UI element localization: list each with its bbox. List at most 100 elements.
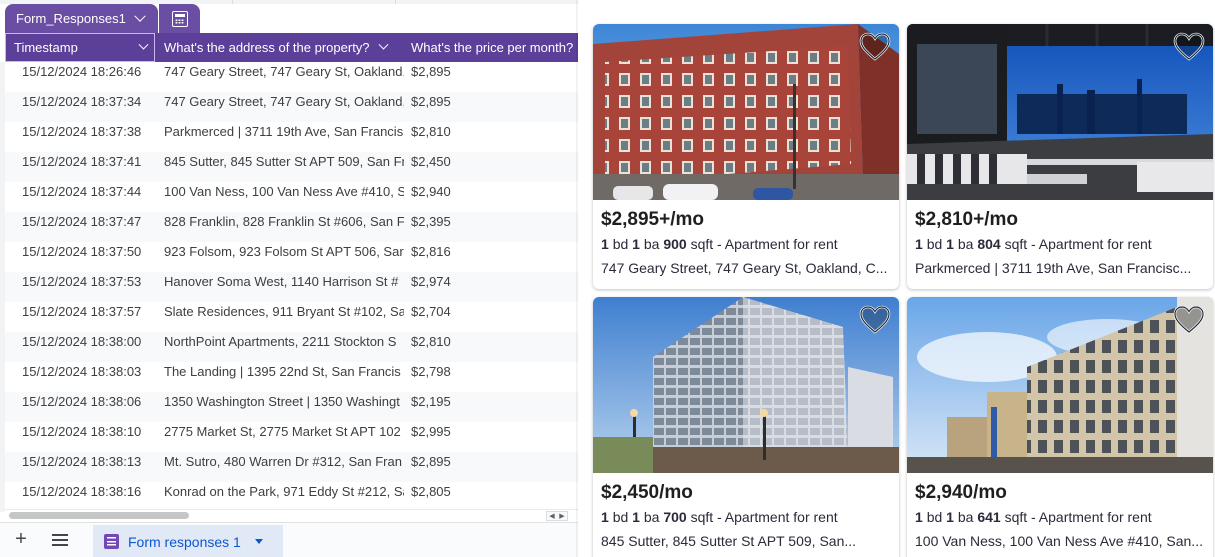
cell-timestamp[interactable]: 15/12/2024 18:38:00	[22, 332, 152, 362]
cell-timestamp[interactable]: 15/12/2024 18:37:57	[22, 302, 152, 332]
row-header[interactable]	[0, 392, 5, 422]
listing-card[interactable]: $2,810+/mo 1 bd 1 ba 804 sqft - Apartmen…	[907, 24, 1213, 289]
table-view-button[interactable]	[159, 4, 200, 33]
table-row[interactable]: 15/12/2024 18:37:34 747 Geary Street, 747…	[0, 92, 578, 122]
favorite-heart-icon[interactable]	[1173, 305, 1205, 335]
sheet-tab-form-responses[interactable]: Form responses 1	[93, 525, 283, 557]
cell-price[interactable]: $2,395	[411, 212, 491, 242]
arrow-left-icon[interactable]: ◀	[549, 512, 554, 520]
cell-address[interactable]: 1350 Washington Street | 1350 Washingt	[164, 392, 404, 422]
table-row[interactable]: 15/12/2024 18:37:50 923 Folsom, 923 Folso…	[0, 242, 578, 272]
row-header[interactable]	[0, 122, 5, 152]
cell-price[interactable]: $2,805	[411, 482, 491, 512]
cell-price[interactable]: $2,940	[411, 182, 491, 212]
header-price[interactable]: What's the price per month?	[403, 33, 578, 62]
listing-photo-rooftop-terrace[interactable]	[907, 24, 1213, 200]
row-header[interactable]	[0, 182, 5, 212]
cell-price[interactable]: $2,810	[411, 122, 491, 152]
cell-timestamp[interactable]: 15/12/2024 18:26:46	[22, 62, 152, 92]
listing-card[interactable]: $2,450/mo 1 bd 1 ba 700 sqft - Apartment…	[593, 297, 899, 557]
table-row[interactable]: 15/12/2024 18:38:03 The Landing | 1395 22…	[0, 362, 578, 392]
cell-address[interactable]: 100 Van Ness, 100 Van Ness Ave #410, S	[164, 182, 404, 212]
header-timestamp[interactable]: Timestamp	[5, 33, 155, 62]
listing-card[interactable]: $2,940/mo 1 bd 1 ba 641 sqft - Apartment…	[907, 297, 1213, 557]
cell-address[interactable]: Parkmerced | 3711 19th Ave, San Francis	[164, 122, 404, 152]
table-row[interactable]: 15/12/2024 18:37:44 100 Van Ness, 100 Van…	[0, 182, 578, 212]
cell-price[interactable]: $2,450	[411, 152, 491, 182]
cell-price[interactable]: $2,895	[411, 62, 491, 92]
cell-address[interactable]: Slate Residences, 911 Bryant St #102, Sa	[164, 302, 404, 332]
cell-timestamp[interactable]: 15/12/2024 18:38:10	[22, 422, 152, 452]
row-header[interactable]	[0, 362, 5, 392]
cell-timestamp[interactable]: 15/12/2024 18:37:41	[22, 152, 152, 182]
cell-address[interactable]: 845 Sutter, 845 Sutter St APT 509, San F…	[164, 152, 404, 182]
cell-price[interactable]: $2,798	[411, 362, 491, 392]
cell-timestamp[interactable]: 15/12/2024 18:37:47	[22, 212, 152, 242]
cell-timestamp[interactable]: 15/12/2024 18:38:16	[22, 482, 152, 512]
cell-address[interactable]: 747 Geary Street, 747 Geary St, Oakland,	[164, 62, 404, 92]
row-header[interactable]	[0, 62, 5, 92]
favorite-heart-icon[interactable]	[859, 305, 891, 335]
cell-address[interactable]: 828 Franklin, 828 Franklin St #606, San …	[164, 212, 404, 242]
table-row[interactable]: 15/12/2024 18:38:06 1350 Washington Stree…	[0, 392, 578, 422]
cell-price[interactable]: $2,195	[411, 392, 491, 422]
cell-address[interactable]: Mt. Sutro, 480 Warren Dr #312, San Fran	[164, 452, 404, 482]
arrow-right-icon[interactable]: ▶	[559, 512, 564, 520]
cell-price[interactable]: $2,995	[411, 422, 491, 452]
row-header[interactable]	[0, 92, 5, 122]
cell-address[interactable]: The Landing | 1395 22nd St, San Francis	[164, 362, 404, 392]
header-address[interactable]: What's the address of the property?	[156, 33, 402, 62]
cell-timestamp[interactable]: 15/12/2024 18:38:13	[22, 452, 152, 482]
cell-timestamp[interactable]: 15/12/2024 18:37:44	[22, 182, 152, 212]
cell-price[interactable]: $2,816	[411, 242, 491, 272]
table-row[interactable]: 15/12/2024 18:37:38 Parkmerced | 3711 19t…	[0, 122, 578, 152]
row-header[interactable]	[0, 302, 5, 332]
chevron-down-icon[interactable]	[378, 39, 388, 50]
cell-address[interactable]: Konrad on the Park, 971 Eddy St #212, Sa	[164, 482, 404, 512]
cell-timestamp[interactable]: 15/12/2024 18:37:38	[22, 122, 152, 152]
cell-price[interactable]: $2,974	[411, 272, 491, 302]
row-header[interactable]	[0, 242, 5, 272]
table-name-tab[interactable]: Form_Responses1	[5, 4, 158, 33]
table-row[interactable]: 15/12/2024 18:26:46 747 Geary Street, 747…	[0, 62, 578, 92]
table-row[interactable]: 15/12/2024 18:38:10 2775 Market St, 2775 …	[0, 422, 578, 452]
listing-photo-red-brick-building[interactable]	[593, 24, 899, 200]
scrollbar-thumb[interactable]	[9, 512, 189, 519]
listing-photo-street-buildings[interactable]	[907, 297, 1213, 473]
cell-timestamp[interactable]: 15/12/2024 18:38:06	[22, 392, 152, 422]
cell-timestamp[interactable]: 15/12/2024 18:37:34	[22, 92, 152, 122]
cell-timestamp[interactable]: 15/12/2024 18:37:53	[22, 272, 152, 302]
cell-address[interactable]: Hanover Soma West, 1140 Harrison St #	[164, 272, 404, 302]
cell-price[interactable]: $2,704	[411, 302, 491, 332]
table-row[interactable]: 15/12/2024 18:37:47 828 Franklin, 828 Fra…	[0, 212, 578, 242]
table-row[interactable]: 15/12/2024 18:38:00 NorthPoint Apartments…	[0, 332, 578, 362]
cell-timestamp[interactable]: 15/12/2024 18:38:03	[22, 362, 152, 392]
horizontal-scrollbar[interactable]: ◀ ▶	[5, 509, 578, 521]
table-row[interactable]: 15/12/2024 18:37:53 Hanover Soma West, 11…	[0, 272, 578, 302]
cell-price[interactable]: $2,895	[411, 452, 491, 482]
add-sheet-button[interactable]: +	[10, 529, 32, 551]
table-row[interactable]: 15/12/2024 18:38:13 Mt. Sutro, 480 Warren…	[0, 452, 578, 482]
row-header[interactable]	[0, 152, 5, 182]
favorite-heart-icon[interactable]	[859, 32, 891, 62]
cell-address[interactable]: 747 Geary Street, 747 Geary St, Oakland,	[164, 92, 404, 122]
cell-address[interactable]: 923 Folsom, 923 Folsom St APT 506, Sar	[164, 242, 404, 272]
table-row[interactable]: 15/12/2024 18:37:41 845 Sutter, 845 Sutte…	[0, 152, 578, 182]
favorite-heart-icon[interactable]	[1173, 32, 1205, 62]
listing-card[interactable]: $2,895+/mo 1 bd 1 ba 900 sqft - Apartmen…	[593, 24, 899, 289]
cell-price[interactable]: $2,810	[411, 332, 491, 362]
row-header[interactable]	[0, 272, 5, 302]
row-header[interactable]	[0, 452, 5, 482]
scroll-arrows[interactable]: ◀ ▶	[546, 511, 568, 521]
row-header[interactable]	[0, 422, 5, 452]
row-header[interactable]	[0, 482, 5, 512]
row-header[interactable]	[0, 212, 5, 242]
listing-photo-modern-tower[interactable]	[593, 297, 899, 473]
chevron-down-icon[interactable]	[138, 39, 149, 50]
caret-down-icon[interactable]	[254, 539, 263, 544]
cell-address[interactable]: 2775 Market St, 2775 Market St APT 102	[164, 422, 404, 452]
table-row[interactable]: 15/12/2024 18:38:16 Konrad on the Park, 9…	[0, 482, 578, 512]
row-header[interactable]	[0, 332, 5, 362]
all-sheets-menu-icon[interactable]	[52, 534, 68, 546]
cell-timestamp[interactable]: 15/12/2024 18:37:50	[22, 242, 152, 272]
